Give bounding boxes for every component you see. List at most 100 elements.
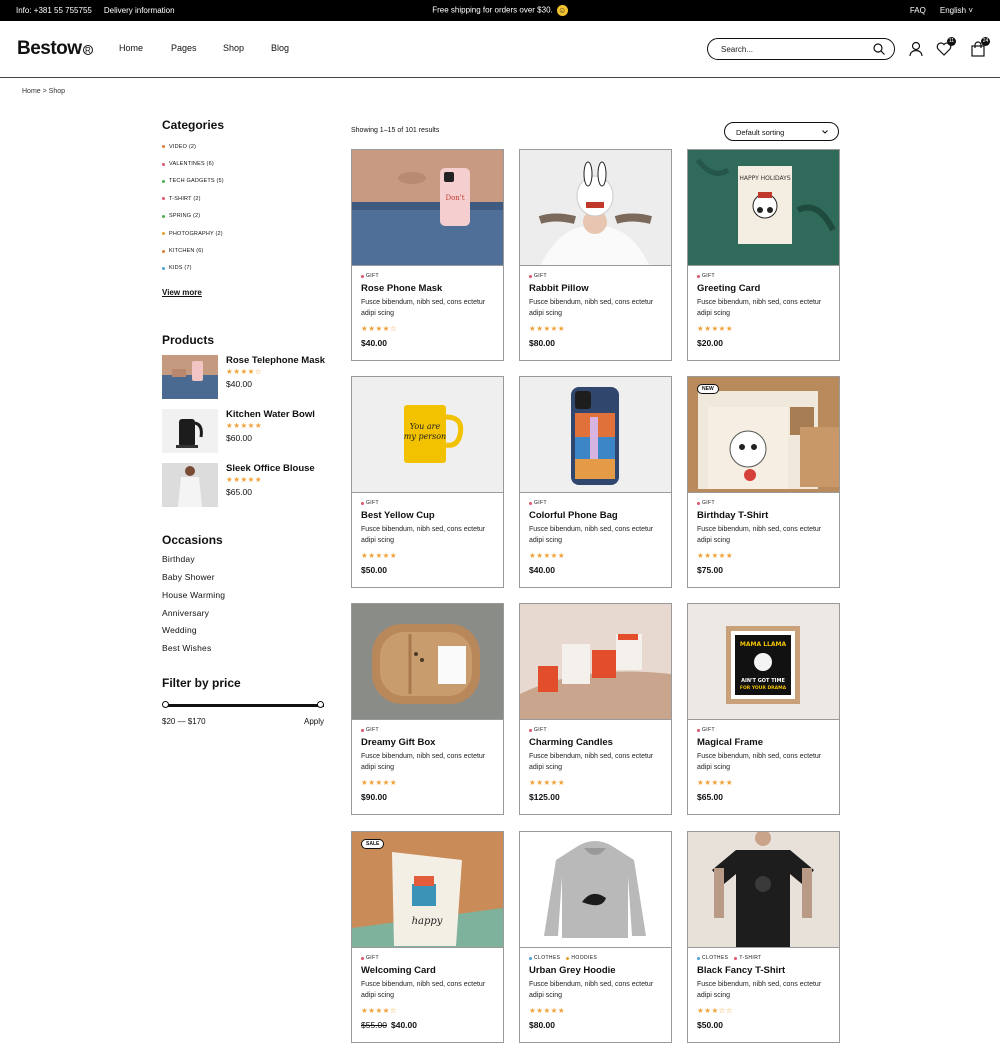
user-icon[interactable] [908, 41, 924, 57]
breadcrumb[interactable]: Home > Shop [22, 88, 65, 95]
product-image[interactable] [688, 377, 839, 493]
product-tag[interactable]: GIFT [697, 500, 715, 506]
product-tag[interactable]: GIFT [361, 727, 379, 733]
product-tag[interactable]: CLOTHES [697, 955, 728, 961]
product-image[interactable]: You are my person [352, 377, 503, 493]
price-slider-min-handle[interactable] [162, 700, 169, 708]
sort-select[interactable]: Default sorting [724, 122, 839, 141]
product-image[interactable]: Don't [352, 150, 503, 266]
product-card[interactable]: Don't GIFT Rose Phone Mask Fusce bibendum, … [351, 149, 504, 361]
product-card[interactable]: MAMA LLAMA AIN'T GOT TIME FOR YOUR DRAMA GI… [687, 603, 840, 815]
product-tag[interactable]: GIFT [361, 955, 379, 961]
search-input[interactable]: Search... [707, 38, 895, 60]
occasion-item[interactable]: Anniversary [162, 605, 332, 623]
product-image[interactable] [520, 832, 671, 948]
logo[interactable]: Bestow R [17, 38, 93, 60]
product-price-row: $80.00 [529, 1020, 555, 1030]
product-title[interactable]: Colorful Phone Bag [529, 510, 618, 521]
occasion-item[interactable]: Wedding [162, 622, 332, 640]
sidebar-product-name[interactable]: Sleek Office Blouse [226, 463, 315, 475]
nav-blog[interactable]: Blog [271, 43, 311, 53]
product-image[interactable]: MAMA LLAMA AIN'T GOT TIME FOR YOUR DRAMA [688, 604, 839, 720]
nav-shop[interactable]: Shop [223, 43, 271, 53]
product-card[interactable]: CLOTHES T-SHIRT Black Fancy T-Shirt Fusce b… [687, 831, 840, 1043]
category-item[interactable]: SPRING (2) [162, 208, 332, 225]
product-image[interactable] [352, 604, 503, 720]
search-icon[interactable] [873, 43, 885, 55]
cart-button[interactable]: 24 [970, 37, 990, 57]
view-more-link[interactable]: View more [162, 288, 202, 297]
product-card[interactable]: You are my person GIFT Best Yellow Cup Fusce… [351, 376, 504, 588]
tag-dot-icon [361, 501, 364, 505]
category-item[interactable]: KIDS (7) [162, 260, 332, 277]
sidebar-product[interactable]: Rose Telephone Mask ★★★★☆ $40.00 [162, 355, 332, 400]
product-title[interactable]: Rabbit Pillow [529, 283, 589, 294]
category-item[interactable]: TECH GADGETS (5) [162, 173, 332, 190]
product-title[interactable]: Dreamy Gift Box [361, 737, 435, 748]
product-image[interactable] [520, 604, 671, 720]
nav-home[interactable]: Home [119, 43, 171, 53]
product-price: $50.00 [697, 1020, 723, 1030]
product-card[interactable]: CLOTHES HOODIES Urban Grey Hoodie Fusce bib… [519, 831, 672, 1043]
faq-link[interactable]: FAQ [910, 6, 926, 15]
category-item[interactable]: KITCHEN (6) [162, 242, 332, 259]
category-item[interactable]: VALENTINES (6) [162, 155, 332, 172]
sidebar-product[interactable]: Sleek Office Blouse ★★★★★ $65.00 [162, 463, 332, 508]
price-slider[interactable] [162, 700, 332, 710]
product-title[interactable]: Best Yellow Cup [361, 510, 435, 521]
sidebar-product-name[interactable]: Kitchen Water Bowl [226, 409, 315, 421]
product-tag[interactable]: GIFT [361, 500, 379, 506]
product-title[interactable]: Birthday T-Shirt [697, 510, 768, 521]
product-card[interactable]: HAPPY HOLIDAYS GIFT Greeting Card Fusce bib… [687, 149, 840, 361]
product-tag[interactable]: T-SHIRT [734, 955, 761, 961]
product-image[interactable] [688, 832, 839, 948]
product-card[interactable]: happy SALE GIFT Welcoming Card Fusce bibendu… [351, 831, 504, 1043]
product-title[interactable]: Charming Candles [529, 737, 613, 748]
category-item[interactable]: VIDEO (2) [162, 138, 332, 155]
product-card[interactable]: GIFT Charming Candles Fusce bibendum, nibh… [519, 603, 672, 815]
language-selector[interactable]: English ˅ [940, 6, 973, 15]
product-tag[interactable]: GIFT [529, 273, 547, 279]
price-slider-max-handle[interactable] [317, 700, 324, 708]
product-title[interactable]: Greeting Card [697, 283, 760, 294]
product-image[interactable]: HAPPY HOLIDAYS [688, 150, 839, 266]
occasion-item[interactable]: Baby Shower [162, 569, 332, 587]
product-tag[interactable]: GIFT [361, 273, 379, 279]
product-image[interactable]: happy [352, 832, 503, 948]
product-title[interactable]: Magical Frame [697, 737, 763, 748]
product-tags: GIFT [361, 727, 379, 733]
product-title[interactable]: Rose Phone Mask [361, 283, 442, 294]
product-rating-stars: ★★★★★ [529, 324, 566, 333]
product-tag[interactable]: GIFT [529, 727, 547, 733]
product-image[interactable] [520, 150, 671, 266]
svg-text:happy: happy [412, 916, 443, 927]
product-price-row: $40.00 [361, 338, 387, 348]
category-item[interactable]: PHOTOGRAPHY (2) [162, 225, 332, 242]
sidebar-product[interactable]: Kitchen Water Bowl ★★★★★ $60.00 [162, 409, 332, 454]
product-tag[interactable]: GIFT [697, 273, 715, 279]
occasion-item[interactable]: Best Wishes [162, 640, 332, 658]
sidebar-product-name[interactable]: Rose Telephone Mask [226, 355, 325, 367]
product-card[interactable]: GIFT Colorful Phone Bag Fusce bibendum, ni… [519, 376, 672, 588]
occasion-item[interactable]: Birthday [162, 551, 332, 569]
apply-button[interactable]: Apply [304, 717, 324, 726]
category-item[interactable]: T-SHIRT (2) [162, 190, 332, 207]
product-card[interactable]: GIFT Rabbit Pillow Fusce bibendum, nibh se… [519, 149, 672, 361]
category-label: KIDS (7) [169, 265, 192, 272]
product-tag[interactable]: CLOTHES [529, 955, 560, 961]
wishlist-button[interactable]: 11 [936, 37, 956, 57]
nav-pages[interactable]: Pages [171, 43, 223, 53]
product-card[interactable]: NEW GIFT Birthday T-Shirt Fusce bibendum, n… [687, 376, 840, 588]
product-title[interactable]: Urban Grey Hoodie [529, 965, 616, 976]
product-tags: GIFT [697, 273, 715, 279]
product-tag[interactable]: GIFT [697, 727, 715, 733]
product-tag[interactable]: HOODIES [566, 955, 597, 961]
product-title[interactable]: Welcoming Card [361, 965, 436, 976]
occasion-item[interactable]: House Warming [162, 587, 332, 605]
category-label: T-SHIRT (2) [169, 195, 201, 202]
product-card[interactable]: GIFT Dreamy Gift Box Fusce bibendum, nibh … [351, 603, 504, 815]
product-title[interactable]: Black Fancy T-Shirt [697, 965, 785, 976]
products-title: Products [162, 333, 215, 348]
product-tag[interactable]: GIFT [529, 500, 547, 506]
product-image[interactable] [520, 377, 671, 493]
